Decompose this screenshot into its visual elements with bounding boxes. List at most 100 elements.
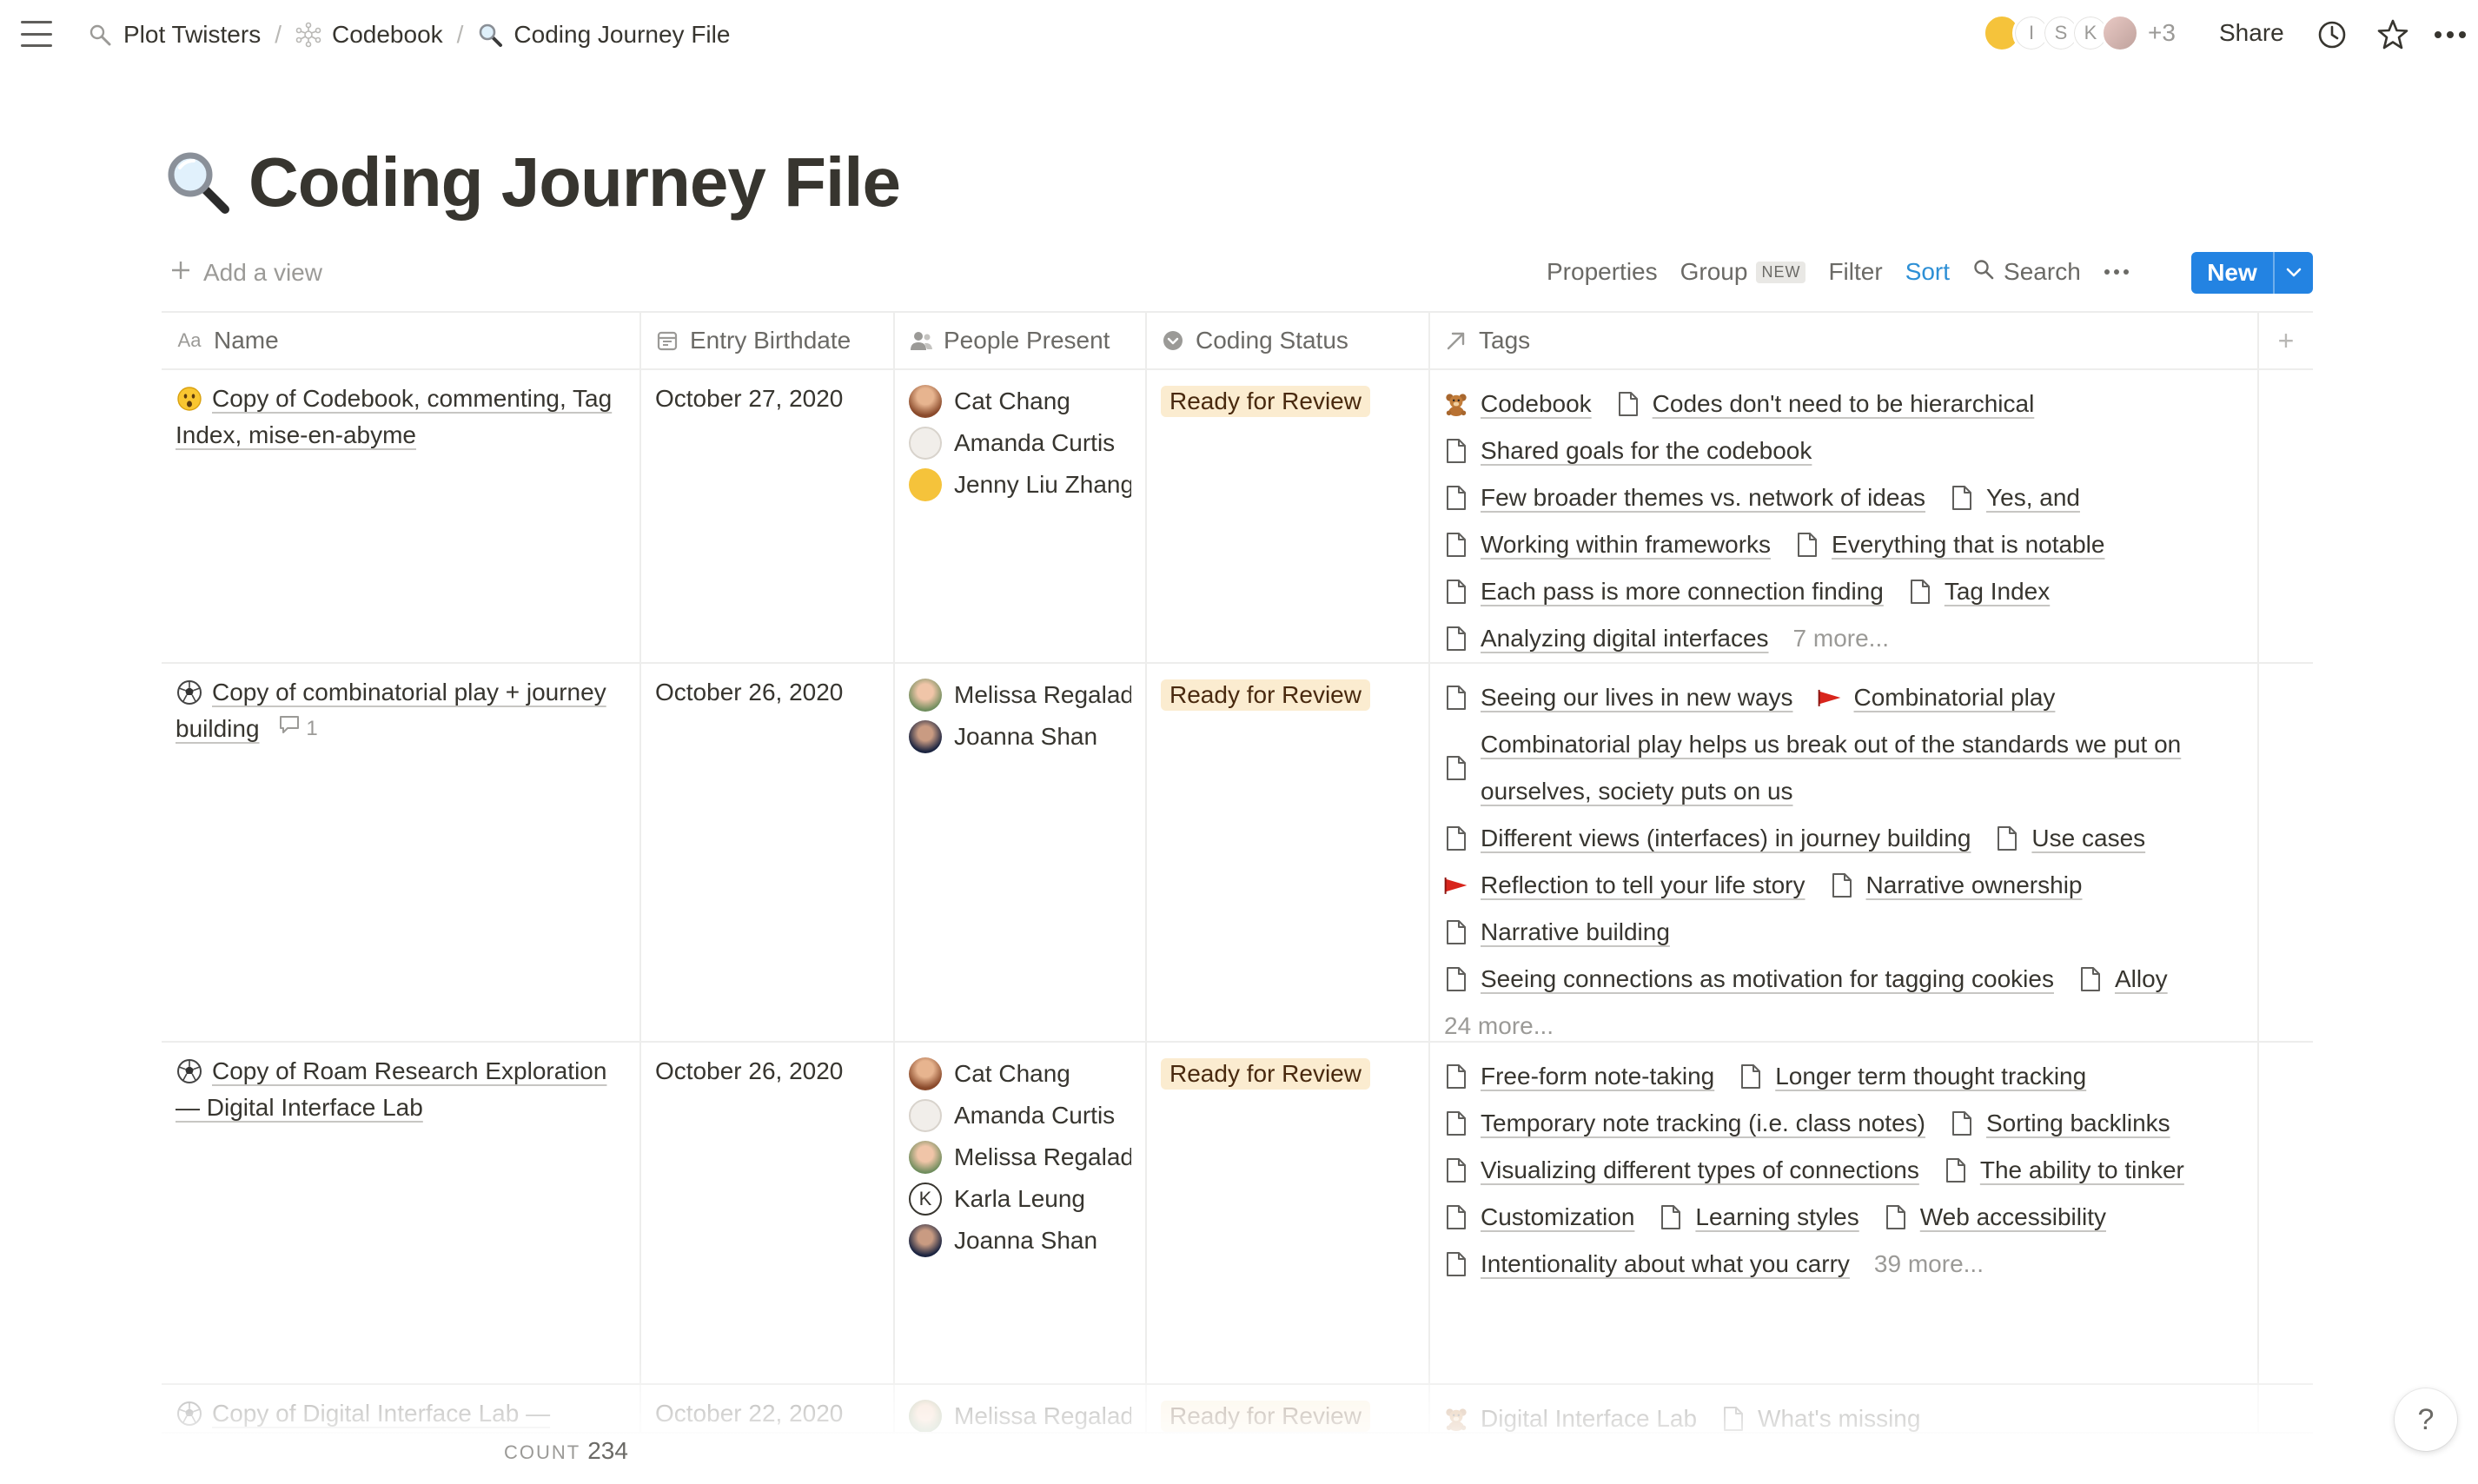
more-tags-link[interactable]: 7 more... xyxy=(1793,615,1889,662)
add-view-button[interactable]: Add a view xyxy=(170,254,322,292)
magnifier-icon[interactable] xyxy=(163,148,233,217)
tag-link[interactable]: Combinatorial play helps us break out of… xyxy=(1444,721,2243,815)
properties-button[interactable]: Properties xyxy=(1547,258,1658,286)
new-record-button[interactable]: New xyxy=(2191,252,2313,294)
tag-link[interactable]: The ability to tinker xyxy=(1944,1147,2184,1194)
person-chip[interactable]: K Karla Leung xyxy=(909,1178,1131,1220)
add-column-button[interactable]: + xyxy=(2259,313,2313,368)
filter-button[interactable]: Filter xyxy=(1828,258,1882,286)
name-cell[interactable]: Copy of Codebook, commenting, Tag Index,… xyxy=(162,370,641,662)
breadcrumb-item-coding-journey-file[interactable]: Coding Journey File xyxy=(472,21,735,49)
tag-link[interactable]: What's missing xyxy=(1721,1395,1920,1432)
tag-link[interactable]: Free-form note-taking xyxy=(1444,1053,1714,1100)
table-row[interactable]: Copy of Digital Interface Lab — October … xyxy=(162,1385,2313,1434)
tag-link[interactable]: Shared goals for the codebook xyxy=(1444,427,1812,474)
more-tags-link[interactable]: 39 more... xyxy=(1874,1241,1984,1288)
more-options-icon[interactable] xyxy=(2433,17,2468,52)
person-chip[interactable]: Joanna Shan xyxy=(909,716,1131,758)
person-chip[interactable]: Cat Chang xyxy=(909,1053,1131,1095)
tag-link[interactable]: Reflection to tell your life story xyxy=(1444,862,1805,909)
row-title[interactable]: Copy of Digital Interface Lab — xyxy=(212,1400,550,1427)
more-tags-link[interactable]: 24 more... xyxy=(1444,1003,1554,1041)
name-cell[interactable]: Copy of combinatorial play + journey bui… xyxy=(162,664,641,1041)
tag-link[interactable]: Digital Interface Lab xyxy=(1444,1395,1697,1432)
breadcrumb-item-codebook[interactable]: Codebook xyxy=(290,21,448,49)
tags-cell[interactable]: Digital Interface Lab What's missing xyxy=(1430,1385,2259,1432)
breadcrumb-item-plot-twisters[interactable]: Plot Twisters xyxy=(82,21,266,49)
tag-link[interactable]: Customization xyxy=(1444,1194,1634,1241)
tag-link[interactable]: Use cases xyxy=(1995,815,2145,862)
column-header-name[interactable]: Aa Name xyxy=(162,313,641,368)
tag-link[interactable]: Working within frameworks xyxy=(1444,521,1771,568)
person-chip[interactable]: Cat Chang xyxy=(909,381,1131,422)
row-title[interactable]: Copy of Codebook, commenting, Tag Index,… xyxy=(176,385,612,448)
table-row[interactable]: Copy of combinatorial play + journey bui… xyxy=(162,664,2313,1043)
status-cell[interactable]: Ready for Review xyxy=(1147,1043,1430,1383)
tag-link[interactable]: Visualizing different types of connectio… xyxy=(1444,1147,1919,1194)
table-row[interactable]: Copy of Roam Research Exploration — Digi… xyxy=(162,1043,2313,1385)
help-button[interactable]: ? xyxy=(2395,1388,2457,1451)
tag-link[interactable]: Web accessibility xyxy=(1884,1194,2106,1241)
status-cell[interactable]: Ready for Review xyxy=(1147,370,1430,662)
date-cell[interactable]: October 26, 2020 xyxy=(641,1043,895,1383)
date-cell[interactable]: October 27, 2020 xyxy=(641,370,895,662)
tag-link[interactable]: Learning styles xyxy=(1659,1194,1859,1241)
more-options-icon[interactable] xyxy=(2104,268,2130,275)
column-header-people[interactable]: People Present xyxy=(895,313,1147,368)
tag-link[interactable]: Few broader themes vs. network of ideas xyxy=(1444,474,1925,521)
star-icon[interactable] xyxy=(2375,17,2410,52)
share-button[interactable]: Share xyxy=(2219,19,2284,47)
search-button[interactable]: Search xyxy=(1972,258,2081,287)
chevron-down-icon[interactable] xyxy=(2273,252,2313,294)
sort-button[interactable]: Sort xyxy=(1905,258,1950,286)
column-header-date[interactable]: Entry Birthdate xyxy=(641,313,895,368)
name-cell[interactable]: Copy of Digital Interface Lab — xyxy=(162,1385,641,1432)
person-chip[interactable]: Amanda Curtis xyxy=(909,1095,1131,1136)
row-title[interactable]: Copy of combinatorial play + journey bui… xyxy=(176,679,606,742)
person-chip[interactable]: Melissa Regalado xyxy=(909,674,1131,716)
date-cell[interactable]: October 22, 2020 xyxy=(641,1385,895,1432)
tag-link[interactable]: Intentionality about what you carry xyxy=(1444,1241,1850,1288)
tag-link[interactable]: Different views (interfaces) in journey … xyxy=(1444,815,1971,862)
row-title[interactable]: Copy of Roam Research Exploration — Digi… xyxy=(176,1057,606,1121)
person-chip[interactable]: Amanda Curtis xyxy=(909,422,1131,464)
status-cell[interactable]: Ready for Review xyxy=(1147,664,1430,1041)
tag-link[interactable]: Tag Index xyxy=(1908,568,2050,615)
tags-cell[interactable]: Seeing our lives in new ways Combinatori… xyxy=(1430,664,2259,1041)
tag-link[interactable]: Narrative ownership xyxy=(1830,862,2083,909)
person-chip[interactable]: Melissa Regalado xyxy=(909,1395,1131,1432)
name-cell[interactable]: Copy of Roam Research Exploration — Digi… xyxy=(162,1043,641,1383)
tag-link[interactable]: Seeing our lives in new ways xyxy=(1444,674,1793,721)
tag-link[interactable]: Narrative building xyxy=(1444,909,1670,956)
date-cell[interactable]: October 26, 2020 xyxy=(641,664,895,1041)
collaborator-avatars[interactable]: I S K +3 xyxy=(1983,14,2176,52)
status-cell[interactable]: Ready for Review xyxy=(1147,1385,1430,1432)
comment-indicator[interactable]: 1 xyxy=(278,711,318,747)
tag-link[interactable]: Everything that is notable xyxy=(1795,521,2104,568)
column-header-status[interactable]: Coding Status xyxy=(1147,313,1430,368)
tag-link[interactable]: Codebook xyxy=(1444,381,1592,427)
tag-link[interactable]: Yes, and xyxy=(1950,474,2080,521)
person-chip[interactable]: Joanna Shan xyxy=(909,1220,1131,1262)
tag-link[interactable]: Temporary note tracking (i.e. class note… xyxy=(1444,1100,1925,1147)
people-cell[interactable]: Cat Chang Amanda Curtis Melissa Regalado… xyxy=(895,1043,1147,1383)
person-chip[interactable]: Melissa Regalado xyxy=(909,1136,1131,1178)
clock-icon[interactable] xyxy=(2315,17,2349,52)
tag-link[interactable]: Analyzing digital interfaces xyxy=(1444,615,1769,662)
tags-cell[interactable]: Codebook Codes don't need to be hierarch… xyxy=(1430,370,2259,662)
group-button[interactable]: Group NEW xyxy=(1680,258,1806,286)
person-chip[interactable]: Jenny Liu Zhang xyxy=(909,464,1131,506)
tag-link[interactable]: Seeing connections as motivation for tag… xyxy=(1444,956,2054,1003)
tag-link[interactable]: Each pass is more connection finding xyxy=(1444,568,1884,615)
table-row[interactable]: Copy of Codebook, commenting, Tag Index,… xyxy=(162,370,2313,664)
sidebar-toggle-icon[interactable] xyxy=(21,21,52,47)
people-cell[interactable]: Melissa Regalado xyxy=(895,1385,1147,1432)
tag-link[interactable]: Alloy xyxy=(2078,956,2168,1003)
tags-cell[interactable]: Free-form note-taking Longer term though… xyxy=(1430,1043,2259,1383)
tag-link[interactable]: Sorting backlinks xyxy=(1950,1100,2170,1147)
tag-link[interactable]: Combinatorial play xyxy=(1818,674,2055,721)
tag-link[interactable]: Codes don't need to be hierarchical xyxy=(1616,381,2034,427)
tag-link[interactable]: Longer term thought tracking xyxy=(1739,1053,2086,1100)
people-cell[interactable]: Melissa Regalado Joanna Shan xyxy=(895,664,1147,1041)
people-cell[interactable]: Cat Chang Amanda Curtis Jenny Liu Zhang xyxy=(895,370,1147,662)
